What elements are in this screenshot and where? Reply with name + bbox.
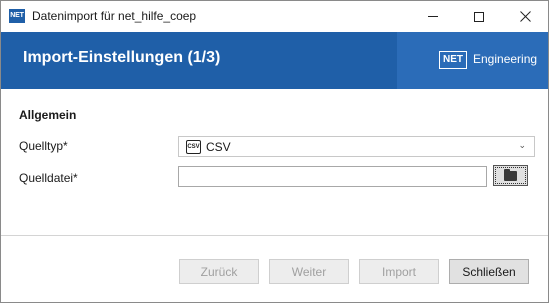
window-title: Datenimport für net_hilfe_coep bbox=[32, 9, 197, 23]
brand-area: NET Engineering bbox=[397, 32, 548, 89]
folder-open-icon bbox=[504, 168, 517, 181]
close-window-button[interactable] bbox=[502, 1, 548, 32]
source-file-input[interactable] bbox=[178, 166, 487, 187]
net-logo-icon: NET bbox=[439, 51, 467, 69]
minimize-button[interactable] bbox=[410, 1, 456, 32]
header-banner: Import-Einstellungen (1/3) NET Engineeri… bbox=[1, 32, 548, 89]
source-type-value: CSV bbox=[206, 140, 231, 154]
app-logo-icon: NET bbox=[9, 9, 25, 23]
footer-divider bbox=[1, 235, 548, 236]
back-button[interactable]: Zurück bbox=[179, 259, 259, 284]
source-type-select[interactable]: CSV CSV ⌄ bbox=[178, 136, 535, 157]
import-dialog-window: NET Datenimport für net_hilfe_coep Impor… bbox=[0, 0, 549, 303]
next-button[interactable]: Weiter bbox=[269, 259, 349, 284]
source-file-label: Quelldatei* bbox=[19, 171, 78, 185]
maximize-icon bbox=[474, 11, 484, 22]
maximize-button[interactable] bbox=[456, 1, 502, 32]
source-type-label: Quelltyp* bbox=[19, 139, 68, 153]
chevron-down-icon: ⌄ bbox=[518, 140, 526, 150]
title-bar[interactable]: NET Datenimport für net_hilfe_coep bbox=[1, 1, 548, 32]
minimize-icon bbox=[428, 16, 438, 17]
close-button[interactable]: Schließen bbox=[449, 259, 529, 284]
browse-file-button[interactable] bbox=[493, 165, 528, 186]
import-button[interactable]: Import bbox=[359, 259, 439, 284]
brand-label: Engineering bbox=[473, 52, 538, 66]
section-title: Allgemein bbox=[19, 108, 77, 122]
close-icon bbox=[519, 11, 531, 22]
page-title: Import-Einstellungen (1/3) bbox=[23, 49, 221, 66]
csv-file-icon: CSV bbox=[186, 140, 201, 154]
